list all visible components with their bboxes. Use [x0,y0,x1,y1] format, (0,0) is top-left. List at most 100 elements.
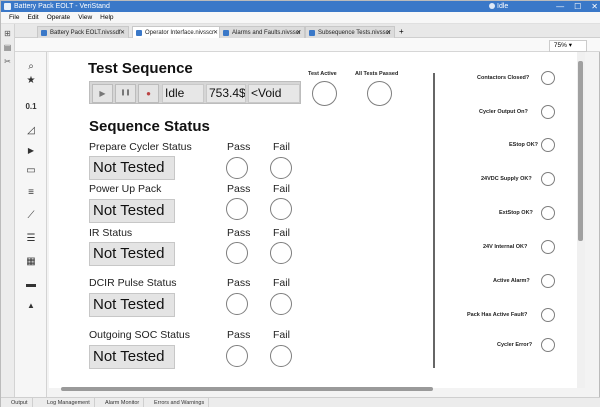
fail-label: Fail [273,141,290,153]
menu-help[interactable]: Help [100,12,113,23]
tab-errors-and-warnings[interactable]: Errors and Warnings [150,398,210,407]
test-active-led [312,81,337,106]
24v-internal-ok-led [541,240,555,254]
minimize-button[interactable]: — [556,1,564,12]
user-avatar-icon [489,3,495,9]
tools-icon[interactable]: ✂ [1,57,14,66]
panel-divider [433,73,435,368]
left-side-strip: ⊞ ▤ ✂ [1,24,15,397]
prepare-cycler-pass-led [226,157,248,179]
tab-operator-interface[interactable]: Operator Interface.nivsscr ✕ [132,26,222,38]
ir-status: Not Tested [89,242,175,266]
power-up-pack-label: Power Up Pack [89,183,162,195]
sequence-state: Idle [162,84,204,103]
power-up-pack-pass-led [226,198,248,220]
menu-bar: File Edit Operate View Help [1,12,600,24]
horizontal-scrollbar[interactable] [61,387,433,391]
zoom-select[interactable]: 75% ▾ [548,40,587,52]
outgoing-soc-fail-led [270,345,292,367]
tab-label: Operator Interface.nivsscr [145,30,215,36]
24vdc-supply-ok-led [541,172,555,186]
sequence-return-value: <Void [248,84,300,103]
outgoing-soc-pass-led [226,345,248,367]
tab-label: Subsequence Tests.nivsscr [318,30,391,36]
ir-status-label: IR Status [89,227,133,239]
pass-label: Pass [227,183,251,195]
dcir-pulse-fail-led [270,293,292,315]
calendar-icon[interactable]: ▦ [15,255,47,269]
project-icon[interactable]: ⊞ [1,29,14,38]
close-button[interactable]: ✕ [591,1,598,12]
tab-subsequence-tests[interactable]: Subsequence Tests.nivsscr ✕ [305,26,395,38]
fail-label: Fail [273,227,290,239]
sequence-control-bar: ▶ ❚❚ ● Idle 753.4$ <Void [89,81,301,104]
24vdc-supply-ok-label: 24VDC Supply OK? [481,176,532,182]
shapes-icon[interactable]: ▲ [15,299,47,313]
ir-fail-led [270,242,292,264]
search-icon[interactable]: ⌕ [15,60,47,74]
menu-operate[interactable]: Operate [47,12,71,23]
document-icon [41,30,47,36]
veristand-window: Battery Pack EOLT - VeriStand Idle — ☐ ✕… [0,0,600,407]
tab-label: Battery Pack EOLT.nivssdf [50,30,121,36]
button-icon[interactable]: ▭ [15,164,47,178]
power-up-pack-status: Not Tested [89,199,175,223]
outgoing-soc-status: Not Tested [89,345,175,369]
extstop-ok-led [541,206,555,220]
extstop-ok-label: ExtStop OK? [499,210,533,216]
24v-internal-ok-label: 24V Internal OK? [483,244,528,250]
sequence-value: 753.4$ [206,84,246,103]
graph-icon[interactable]: ⟋ [15,209,47,223]
stop-button[interactable]: ● [138,84,159,103]
dcir-pulse-pass-led [226,293,248,315]
control-palette: ⌕ ★ 0.1 ◿ ▶ ▭ ≡ ⟋ ☰ ▦ ▬ ▲ [15,52,47,397]
add-tab-button[interactable]: + [399,26,404,38]
prepare-cycler-label: Prepare Cycler Status [89,141,192,153]
cycler-output-on-label: Cycler Output On? [479,109,528,115]
pause-button[interactable]: ❚❚ [115,84,136,103]
ir-pass-led [226,242,248,264]
table-icon[interactable]: ☰ [15,232,47,246]
all-tests-passed-led [367,81,392,106]
document-icon[interactable]: ▤ [1,43,14,52]
prepare-cycler-status: Not Tested [89,156,175,180]
vertical-scrollbar[interactable] [578,61,583,241]
gauge-icon[interactable]: ◿ [15,124,47,138]
pack-has-active-fault-label: Pack Has Active Fault? [467,312,528,318]
fail-label: Fail [273,277,290,289]
title-bar: Battery Pack EOLT - VeriStand Idle — ☐ ✕ [1,1,600,12]
menu-view[interactable]: View [78,12,92,23]
document-icon [309,30,315,36]
list-icon[interactable]: ≡ [15,186,47,200]
vehicle-icon[interactable]: ▬ [15,278,47,292]
document-icon [223,30,229,36]
cycler-error-label: Cycler Error? [497,342,533,348]
play-button[interactable]: ▶ [92,84,113,103]
power-up-pack-fail-led [270,198,292,220]
app-icon [4,3,11,10]
fail-label: Fail [273,183,290,195]
cycler-error-led [541,338,555,352]
tab-log-management[interactable]: Log Management [43,398,95,407]
tab-output[interactable]: Output [7,398,33,407]
menu-file[interactable]: File [9,12,19,23]
pass-label: Pass [227,277,251,289]
favorite-icon[interactable]: ★ [15,74,47,88]
tab-alarms-and-faults[interactable]: Alarms and Faults.nivsscr ✕ [219,26,305,38]
prepare-cycler-fail-led [270,157,292,179]
pass-label: Pass [227,329,251,341]
active-alarm-label: Active Alarm? [493,278,530,284]
user-status[interactable]: Idle [489,1,508,12]
play-icon[interactable]: ▶ [15,144,47,158]
estop-ok-led [541,138,555,152]
estop-ok-label: EStop OK? [509,142,539,148]
tab-alarm-monitor[interactable]: Alarm Monitor [101,398,145,407]
maximize-button[interactable]: ☐ [574,1,581,12]
contactors-closed-label: Contactors Closed? [477,75,530,81]
menu-edit[interactable]: Edit [27,12,38,23]
numeric-indicator-icon[interactable]: 0.1 [15,100,47,114]
tab-system-definition[interactable]: Battery Pack EOLT.nivssdf ✕ [37,26,129,38]
dcir-pulse-label: DCIR Pulse Status [89,277,177,289]
tab-label: Alarms and Faults.nivsscr [232,30,301,36]
test-sequence-title: Test Sequence [88,60,193,77]
